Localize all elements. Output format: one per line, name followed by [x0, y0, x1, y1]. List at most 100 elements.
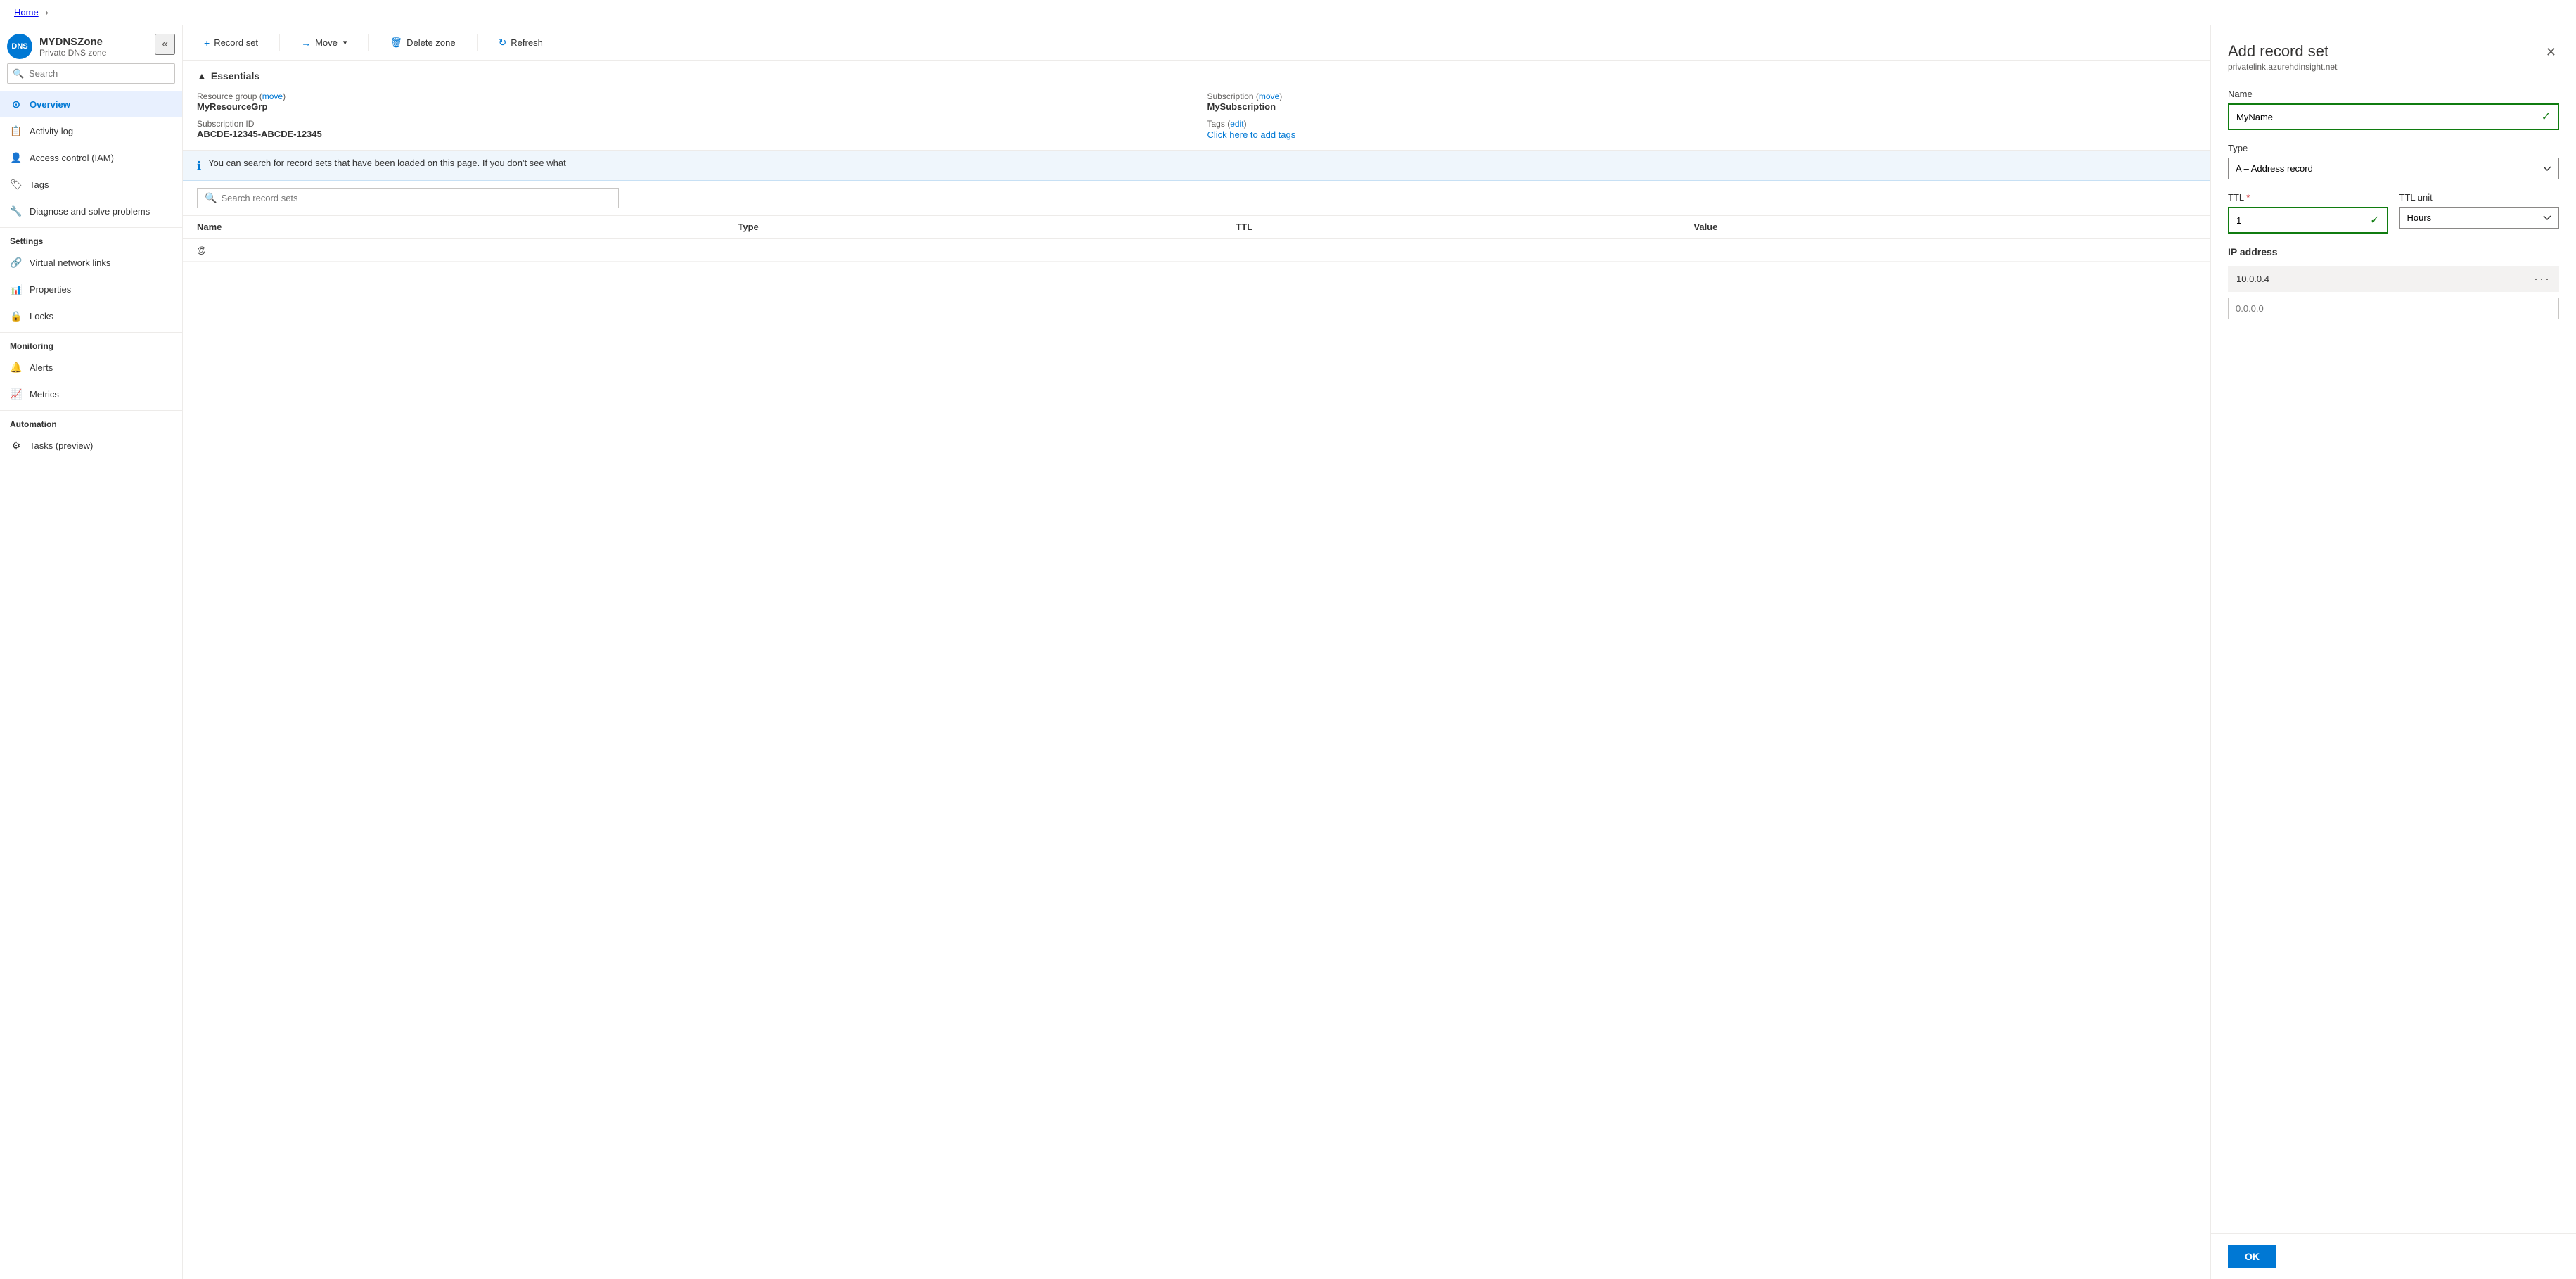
ttl-label: TTL * [2228, 192, 2388, 203]
info-message: You can search for record sets that have… [208, 158, 566, 168]
ttl-unit-field: TTL unit Seconds Minutes Hours Days [2399, 192, 2560, 234]
move-button[interactable]: → Move ▾ [294, 33, 354, 53]
properties-icon: 📊 [10, 283, 23, 295]
resource-group-value: MyResourceGrp [197, 101, 1186, 112]
refresh-label: Refresh [511, 37, 543, 48]
sidebar-item-virtual-network-links[interactable]: 🔗 Virtual network links [0, 249, 182, 276]
move-icon: → [301, 37, 311, 49]
ip-context-menu-button[interactable]: ··· [2534, 272, 2551, 286]
resource-group-item: Resource group (move) MyResourceGrp [197, 91, 1186, 112]
sidebar-item-activity-log[interactable]: 📋 Activity log [0, 117, 182, 144]
resource-name: MYDNSZone [39, 36, 106, 48]
tags-edit-link[interactable]: edit [1230, 119, 1243, 129]
trash-icon: 🗑 [390, 37, 402, 49]
ttl-unit-select[interactable]: Seconds Minutes Hours Days [2399, 207, 2560, 229]
name-label: Name [2228, 89, 2559, 99]
ok-button[interactable]: OK [2228, 1245, 2276, 1268]
sidebar-item-tasks-preview[interactable]: ⚙ Tasks (preview) [0, 432, 182, 459]
activity-log-icon: 📋 [10, 125, 23, 137]
sidebar-item-alerts[interactable]: 🔔 Alerts [0, 354, 182, 381]
ip-existing-row: 10.0.0.4 ··· [2228, 266, 2559, 292]
resource-group-move-link[interactable]: move [262, 91, 283, 101]
monitoring-section-label: Monitoring [0, 332, 182, 354]
toolbar-divider-2 [368, 34, 369, 51]
ip-new-row [2228, 298, 2559, 319]
right-panel-body: Name ✓ Type A – Address record AAAA – IP… [2211, 77, 2576, 1233]
tags-item: Tags (edit) Click here to add tags [1207, 119, 2197, 140]
right-panel-header: Add record set privatelink.azurehdinsigh… [2211, 25, 2576, 77]
subscription-item: Subscription (move) MySubscription [1207, 91, 2197, 112]
overview-icon: ⊙ [10, 98, 23, 110]
right-panel: Add record set privatelink.azurehdinsigh… [2210, 25, 2576, 1279]
right-panel-subtitle: privatelink.azurehdinsight.net [2228, 62, 2337, 72]
delete-zone-button[interactable]: 🗑 Delete zone [383, 32, 462, 53]
name-input[interactable] [2236, 112, 2542, 122]
sidebar-item-label: Activity log [30, 126, 73, 136]
sidebar-item-label: Overview [30, 99, 70, 110]
sidebar-item-label: Metrics [30, 389, 59, 400]
type-label: Type [2228, 143, 2559, 153]
sidebar-collapse-button[interactable]: « [155, 34, 175, 55]
info-bar: ℹ You can search for record sets that ha… [183, 151, 2210, 181]
sidebar-search: 🔍 [7, 63, 175, 84]
close-panel-button[interactable]: ✕ [2543, 42, 2559, 63]
essentials-grid: Resource group (move) MyResourceGrp Subs… [197, 91, 2196, 140]
resource-avatar: DNS [7, 34, 32, 59]
main-content: + Record set → Move ▾ 🗑 Delete zone ↻ Re… [183, 25, 2210, 1279]
sidebar-item-label: Locks [30, 311, 53, 322]
col-ttl: TTL [1222, 216, 1679, 238]
refresh-icon: ↻ [499, 37, 507, 49]
essentials-panel: ▲ Essentials Resource group (move) MyRes… [183, 61, 2210, 151]
alerts-icon: 🔔 [10, 361, 23, 374]
sidebar-item-label: Properties [30, 284, 71, 295]
sidebar-search-input[interactable] [7, 63, 175, 84]
sidebar-item-locks[interactable]: 🔒 Locks [0, 303, 182, 329]
resource-group-label: Resource group (move) [197, 91, 1186, 101]
sidebar-item-label: Tasks (preview) [30, 440, 93, 451]
type-select[interactable]: A – Address record AAAA – IPv6 address r… [2228, 158, 2559, 179]
plus-icon: + [204, 37, 210, 49]
sidebar-item-label: Virtual network links [30, 257, 110, 268]
home-link[interactable]: Home [14, 7, 39, 18]
sidebar-item-access-control[interactable]: 👤 Access control (IAM) [0, 144, 182, 171]
collapse-icon: ▲ [197, 70, 207, 82]
move-label: Move [315, 37, 338, 48]
sidebar-item-label: Tags [30, 179, 49, 190]
sidebar-item-label: Access control (IAM) [30, 153, 114, 163]
sidebar-item-overview[interactable]: ⊙ Overview [0, 91, 182, 117]
metrics-icon: 📈 [10, 388, 23, 400]
essentials-header[interactable]: ▲ Essentials [197, 70, 2196, 82]
name-field: Name ✓ [2228, 89, 2559, 130]
ttl-required: * [2246, 192, 2250, 203]
refresh-button[interactable]: ↻ Refresh [492, 32, 550, 53]
sidebar: DNS MYDNSZone Private DNS zone « 🔍 ⊙ Ove… [0, 25, 183, 1279]
info-icon: ℹ [197, 159, 201, 173]
tasks-icon: ⚙ [10, 439, 23, 452]
search-bar-container: 🔍 [183, 181, 2210, 216]
virtual-network-links-icon: 🔗 [10, 256, 23, 269]
delete-zone-label: Delete zone [406, 37, 455, 48]
subscription-move-link[interactable]: move [1259, 91, 1279, 101]
settings-section-label: Settings [0, 227, 182, 249]
diagnose-icon: 🔧 [10, 205, 23, 217]
type-field: Type A – Address record AAAA – IPv6 addr… [2228, 143, 2559, 179]
automation-section-label: Automation [0, 410, 182, 432]
ip-new-input[interactable] [2228, 298, 2559, 319]
sidebar-item-properties[interactable]: 📊 Properties [0, 276, 182, 303]
ttl-input[interactable] [2236, 215, 2370, 226]
cell-value [1679, 238, 2210, 262]
sidebar-item-tags[interactable]: 🏷 Tags [0, 171, 182, 198]
toolbar-divider-3 [477, 34, 478, 51]
tags-add-link[interactable]: Click here to add tags [1207, 129, 1296, 140]
breadcrumb: Home › [0, 0, 2576, 25]
sidebar-item-metrics[interactable]: 📈 Metrics [0, 381, 182, 407]
sidebar-item-diagnose[interactable]: 🔧 Diagnose and solve problems [0, 198, 182, 224]
subscription-value: MySubscription [1207, 101, 2197, 112]
cell-type [724, 238, 1222, 262]
record-table: Name Type TTL Value @ [183, 216, 2210, 1279]
search-record-sets-input[interactable] [221, 193, 611, 203]
add-record-set-button[interactable]: + Record set [197, 33, 265, 53]
cell-name: @ [183, 238, 724, 262]
ip-existing-value: 10.0.0.4 [2236, 274, 2269, 284]
sidebar-item-label: Alerts [30, 362, 53, 373]
